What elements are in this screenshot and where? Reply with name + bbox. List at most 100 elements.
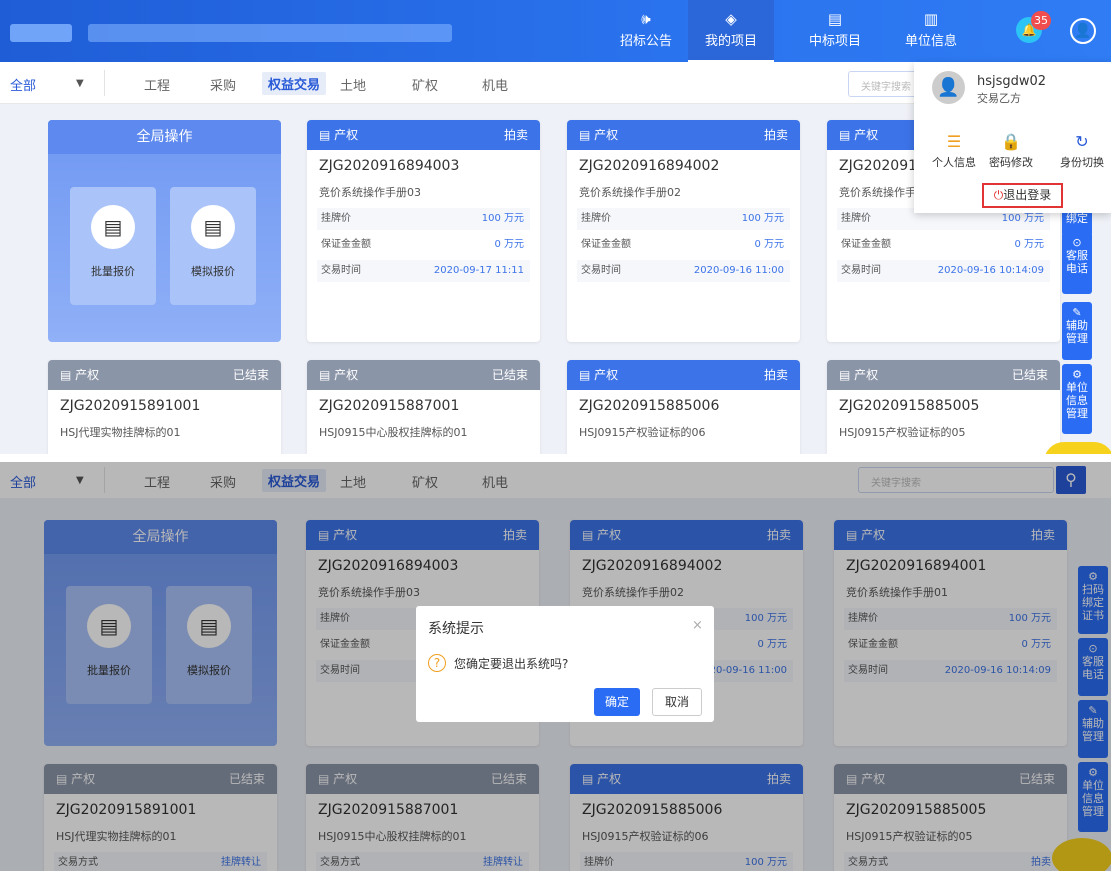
card-header: ▤ 产权 拍卖 [567,120,800,150]
batch-quote-button[interactable]: ▤ 批量报价 [70,187,156,305]
gear-icon: ⚙ [1072,368,1082,381]
project-card[interactable]: ▤ 产权 拍卖 ZJG2020915885006 HSJ0915产权验证标的06 [567,360,800,454]
nav-label: 我的项目 [704,34,757,49]
logout-button[interactable]: ⏻退出登录 [982,183,1063,208]
card-status: 拍卖 [763,128,788,142]
simulate-quote-label: 模拟报价 [191,265,235,278]
side-assist-button[interactable]: ✎ 辅助管理 [1062,302,1092,360]
row-label: 保证金金额 [321,239,371,250]
card-type: 产权 [594,128,619,142]
category-procurement[interactable]: 采购 [210,75,236,94]
card-type: 产权 [854,128,879,142]
card-header: ▤ 产权 拍卖 [567,360,800,390]
nav-my-projects[interactable]: ◈ 我的项目 [688,0,774,62]
power-icon: ⏻ [993,188,1004,202]
row-label: 挂牌价 [321,213,351,224]
global-ops-card: 全局操作 ▤ 批量报价 ▤ 模拟报价 [48,120,281,342]
card-code: ZJG2020916894002 [579,158,720,174]
row-value: 2020-09-16 11:00 [693,265,784,276]
cancel-button[interactable]: 取消 [652,688,702,716]
category-land[interactable]: 土地 [340,75,366,94]
card-type: 产权 [334,128,359,142]
dialog-title: 系统提示 [428,621,484,637]
username: hsjsgdw02 [977,74,1047,89]
card-status: 已结束 [491,368,528,382]
batch-quote-label: 批量报价 [91,265,135,278]
card-status: 拍卖 [763,368,788,382]
menu-label: 密码修改 [989,156,1033,169]
card-code: ZJG2020915891001 [60,398,201,414]
project-card[interactable]: ▤ 产权 拍卖 ZJG2020916894002 竞价系统操作手册02 挂牌价 10… [567,120,800,342]
chevron-down-icon[interactable]: ▼ [76,78,84,89]
document-icon: ▤ [191,205,235,249]
user-avatar-icon[interactable]: 👤 [1070,18,1096,44]
menu-profile[interactable]: ☰ 个人信息 [924,132,984,170]
card-name: 竞价系统操作手册02 [579,186,681,199]
document-icon: ▤ [839,128,855,142]
row-label: 交易时间 [321,265,361,276]
project-card[interactable]: ▤ 产权 拍卖 ZJG2020916894003 竞价系统操作手册03 挂牌价 10… [307,120,540,342]
category-electromechanical[interactable]: 机电 [482,75,508,94]
close-icon[interactable]: × [692,618,703,633]
nav-won-projects[interactable]: ▤ 中标项目 [792,0,878,62]
category-equity-trading[interactable]: 权益交易 [262,72,327,95]
card-type: 产权 [854,368,879,382]
logo-blurred [10,24,72,42]
card-name: HSJ0915中心股权挂牌标的01 [319,426,468,439]
document-icon: ▤ [319,368,335,382]
deposit-row: 保证金金额 0 万元 [837,234,1050,256]
project-card[interactable]: ▤ 产权 已结束 ZJG2020915887001 HSJ0915中心股权挂牌标的… [307,360,540,454]
category-engineering[interactable]: 工程 [144,75,170,94]
card-status: 拍卖 [503,128,528,142]
nav-bidding-notice[interactable]: 🕪 招标公告 [603,0,689,62]
side-unit-label: 单位信息管理 [1066,381,1088,420]
deposit-row: 保证金金额 0 万元 [317,234,530,256]
confirm-button[interactable]: 确定 [594,688,640,716]
row-label: 交易时间 [841,265,881,276]
row-value: 2020-09-17 11:11 [433,265,524,276]
mascot-decoration [1044,442,1111,454]
row-label: 挂牌价 [581,213,611,224]
simulate-quote-button[interactable]: ▤ 模拟报价 [170,187,256,305]
divider [104,70,105,96]
price-row: 挂牌价 100 万元 [577,208,790,230]
category-all[interactable]: 全部 [10,75,36,94]
row-label: 保证金金额 [581,239,631,250]
card-type: 产权 [334,368,359,382]
document-icon: ▤ [319,128,335,142]
headset-icon: ⊙ [1072,236,1082,249]
document-icon: ▤ [579,368,595,382]
row-label: 挂牌价 [841,213,871,224]
person-card-icon: ☰ [946,132,962,151]
search-input[interactable]: 关键字搜索 [848,71,918,97]
side-unit-button[interactable]: ⚙ 单位信息管理 [1062,364,1092,434]
time-row: 交易时间 2020-09-16 11:00 [577,260,790,282]
price-row: 挂牌价 100 万元 [317,208,530,230]
nav-label: 单位信息 [904,34,957,49]
card-name: HSJ0915产权验证标的06 [579,426,706,439]
building-icon: ▥ [923,10,939,28]
dialog-message: 您确定要退出系统吗? [454,657,569,671]
row-value: 100 万元 [741,213,784,224]
card-code: ZJG2020915885005 [839,398,980,414]
nav-unit-info[interactable]: ▥ 单位信息 [888,0,974,62]
side-service-label: 客服电话 [1066,249,1088,275]
card-status: 已结束 [1011,368,1048,382]
lock-icon: 🔒 [1001,132,1021,151]
project-card[interactable]: ▤ 产权 已结束 ZJG2020915891001 HSJ代理实物挂牌标的01 [48,360,281,454]
project-card[interactable]: ▤ 产权 已结束 ZJG2020915885005 HSJ0915产权验证标的05 [827,360,1060,454]
card-code: ZJG2020916894003 [319,158,460,174]
menu-password[interactable]: 🔒 密码修改 [981,132,1041,170]
card-name: 竞价系统操作手册03 [319,186,421,199]
document-icon: ▤ [827,10,843,28]
row-value: 0 万元 [1014,239,1044,250]
nav-label: 中标项目 [808,34,861,49]
card-status: 已结束 [232,368,269,382]
user-role: 交易乙方 [977,92,1021,105]
category-mining[interactable]: 矿权 [412,75,438,94]
side-service-button[interactable]: ⊙ 客服电话 [1062,232,1092,294]
top-header: 🕪 招标公告 ◈ 我的项目 ▤ 中标项目 ▥ 单位信息 🔔 35 👤 [0,0,1111,62]
row-label: 交易时间 [581,265,621,276]
menu-switch-identity[interactable]: ↻ 身份切换 [1052,132,1111,170]
card-header: ▤ 产权 拍卖 [307,120,540,150]
